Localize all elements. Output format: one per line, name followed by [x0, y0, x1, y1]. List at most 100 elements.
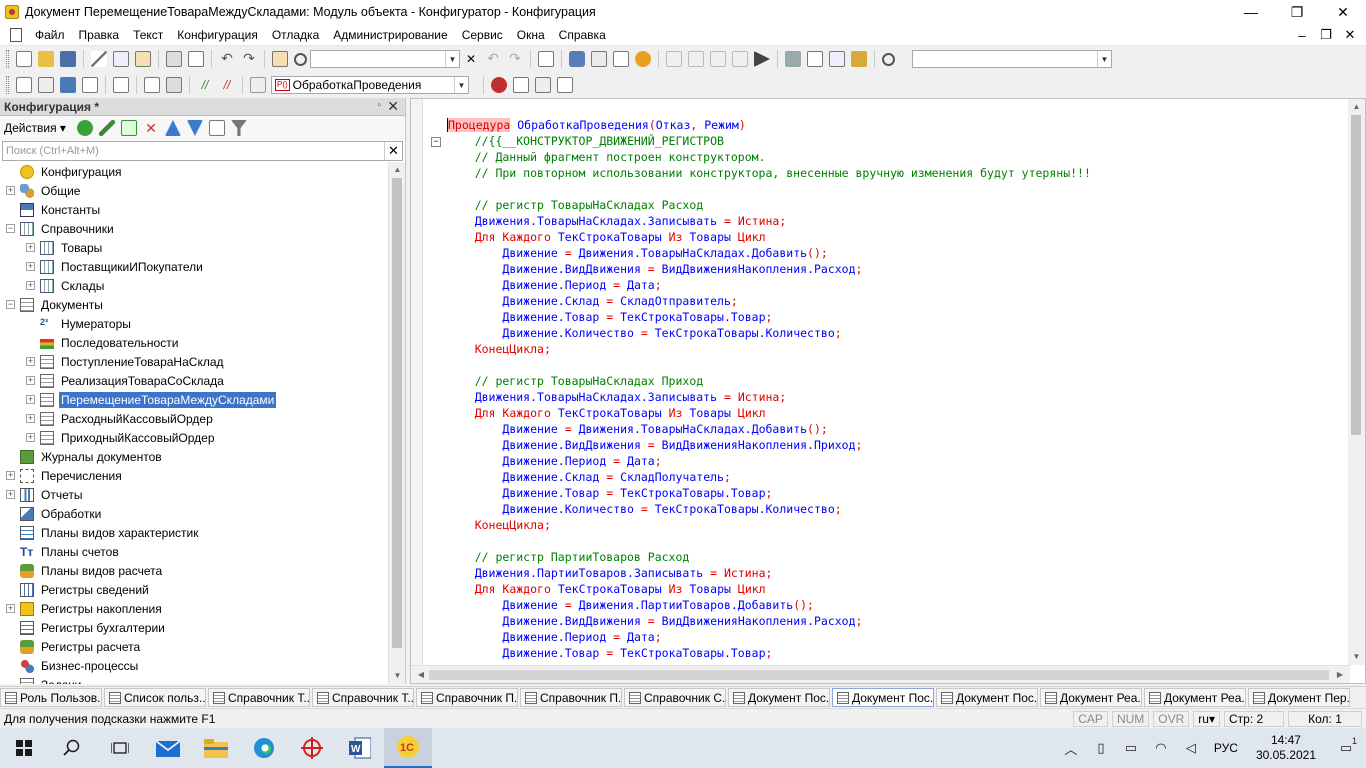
- taskbar-search-button[interactable]: [48, 728, 96, 768]
- scroll-up-icon[interactable]: ▲: [389, 162, 406, 178]
- window-tab[interactable]: Справочник Т...: [312, 688, 414, 707]
- window-tab[interactable]: Справочник П...: [416, 688, 518, 707]
- search-combo[interactable]: ▼: [310, 50, 460, 68]
- tree-item[interactable]: Планы видов характеристик: [6, 523, 200, 542]
- window-tab[interactable]: Документ Реа...: [1144, 688, 1246, 707]
- code-line[interactable]: Движения.ТоварыНаСкладах.Записывать = Ис…: [447, 389, 787, 405]
- bookmark-icon[interactable]: [732, 51, 748, 67]
- tree-item[interactable]: + ПриходныйКассовыйОрдер: [26, 428, 217, 447]
- code-line[interactable]: Движение = Движения.ПартииТоваров.Добави…: [447, 597, 814, 613]
- pin-icon[interactable]: ▫: [377, 100, 381, 111]
- menu-edit[interactable]: Правка: [72, 28, 127, 42]
- collapse-icon[interactable]: −: [6, 224, 15, 233]
- start-button[interactable]: [0, 728, 48, 768]
- tree-item[interactable]: Константы: [6, 200, 102, 219]
- tree-item[interactable]: Планы видов расчета: [6, 561, 164, 580]
- tree-item[interactable]: Журналы документов: [6, 447, 164, 466]
- chevron-down-icon[interactable]: ▼: [1097, 51, 1111, 67]
- watch-icon[interactable]: [535, 77, 551, 93]
- tray-hardware-icon[interactable]: ▯: [1086, 728, 1116, 768]
- window-tab[interactable]: Документ Реа...: [1040, 688, 1142, 707]
- code-line[interactable]: Движение.Количество = ТекСтрокаТовары.Ко…: [447, 501, 841, 517]
- code-line[interactable]: Движение = Движения.ТоварыНаСкладах.Доба…: [447, 245, 827, 261]
- print-icon[interactable]: [166, 51, 182, 67]
- step-icon[interactable]: [513, 77, 529, 93]
- explorer-app-button[interactable]: [192, 728, 240, 768]
- scroll-right-icon[interactable]: ▶: [1332, 666, 1348, 684]
- expand-icon[interactable]: +: [26, 243, 35, 252]
- print-preview-icon[interactable]: [188, 51, 204, 67]
- code-line[interactable]: Движение.Период = Дата;: [447, 453, 661, 469]
- toolbar-grip[interactable]: [6, 76, 9, 94]
- cut-icon[interactable]: [91, 51, 107, 67]
- redo-icon[interactable]: ↷: [241, 51, 257, 67]
- expand-icon[interactable]: +: [26, 433, 35, 442]
- calculator-icon[interactable]: [38, 77, 54, 93]
- tree-item[interactable]: Тт Планы счетов: [6, 542, 121, 561]
- block-start-icon[interactable]: [666, 51, 682, 67]
- menu-service[interactable]: Сервис: [455, 28, 510, 42]
- tray-chevron-up-icon[interactable]: ︿: [1056, 728, 1086, 768]
- tree-scroll-thumb[interactable]: [392, 178, 402, 648]
- copy-icon[interactable]: [113, 51, 129, 67]
- tree-item[interactable]: 2³ Нумераторы: [26, 314, 133, 333]
- edit-icon[interactable]: [98, 120, 115, 136]
- antivirus-app-button[interactable]: [288, 728, 336, 768]
- delete-breakpoint-icon[interactable]: [557, 77, 573, 93]
- fold-marker-icon[interactable]: −: [431, 137, 441, 147]
- code-line[interactable]: Процедура ОбработкаПроведения(Отказ, Реж…: [447, 117, 746, 133]
- edge-app-button[interactable]: [240, 728, 288, 768]
- sort-icon[interactable]: [208, 120, 225, 136]
- minimize-button[interactable]: —: [1228, 0, 1274, 24]
- mail-app-button[interactable]: [144, 728, 192, 768]
- tree-item[interactable]: Обработки: [6, 504, 103, 523]
- panel-close-button[interactable]: ✕: [387, 98, 399, 115]
- tray-volume-icon[interactable]: ◁: [1176, 728, 1206, 768]
- syntax-check-icon[interactable]: [591, 51, 607, 67]
- code-line[interactable]: Движение.Период = Дата;: [447, 629, 661, 645]
- tree-item[interactable]: Конфигурация: [6, 162, 124, 181]
- form-icon[interactable]: [785, 51, 801, 67]
- toolbar-grip[interactable]: [6, 50, 9, 68]
- menu-help[interactable]: Справка: [552, 28, 613, 42]
- move-up-icon[interactable]: [164, 120, 181, 136]
- comment-icon[interactable]: //: [197, 77, 213, 93]
- code-line[interactable]: Движение.ВидДвижения = ВидДвиженияНакопл…: [447, 261, 862, 277]
- scroll-down-icon[interactable]: ▼: [389, 668, 406, 684]
- menu-administration[interactable]: Администрирование: [326, 28, 454, 42]
- block-end-icon[interactable]: [688, 51, 704, 67]
- expand-icon[interactable]: +: [26, 414, 35, 423]
- window-tab[interactable]: Список польз...: [104, 688, 206, 707]
- indent-icon[interactable]: [113, 77, 129, 93]
- expand-icon[interactable]: +: [26, 357, 35, 366]
- code-line[interactable]: // регистр ТоварыНаСкладах Приход: [447, 373, 704, 389]
- keyboard-language[interactable]: РУС: [1206, 741, 1246, 755]
- table-icon[interactable]: [82, 77, 98, 93]
- expand-icon[interactable]: +: [26, 395, 35, 404]
- save-icon[interactable]: [60, 51, 76, 67]
- window-tab[interactable]: Справочник С...: [624, 688, 726, 707]
- menu-text[interactable]: Текст: [126, 28, 170, 42]
- code-line[interactable]: //{{__КОНСТРУКТОР_ДВИЖЕНИЙ_РЕГИСТРОВ: [447, 133, 724, 149]
- code-line[interactable]: Движение.ВидДвижения = ВидДвиженияНакопл…: [447, 437, 862, 453]
- move-down-icon[interactable]: [186, 120, 203, 136]
- scroll-down-icon[interactable]: ▼: [1348, 649, 1365, 665]
- mdi-restore-button[interactable]: ❐: [1314, 27, 1338, 43]
- tree-item[interactable]: + ПеремещениеТовараМеждуСкладами: [26, 390, 277, 409]
- code-line[interactable]: КонецЦикла;: [447, 517, 551, 533]
- find-in-files-icon[interactable]: [272, 51, 288, 67]
- scroll-left-icon[interactable]: ◀: [413, 666, 429, 684]
- window-tab[interactable]: Справочник Т...: [208, 688, 310, 707]
- code-line[interactable]: Для Каждого ТекСтрокаТовары Из Товары Ци…: [447, 405, 766, 421]
- tree-item[interactable]: Последовательности: [26, 333, 180, 352]
- window-tab[interactable]: Документ Пос...: [936, 688, 1038, 707]
- expand-icon[interactable]: +: [26, 376, 35, 385]
- code-line[interactable]: Для Каждого ТекСтрокаТовары Из Товары Ци…: [447, 581, 766, 597]
- code-line[interactable]: // регистр ПартииТоваров Расход: [447, 549, 690, 565]
- find-previous-icon[interactable]: ↶: [485, 51, 501, 67]
- tree-item[interactable]: + Общие: [6, 181, 82, 200]
- editor-hscroll-thumb[interactable]: [429, 670, 1329, 680]
- settings-icon[interactable]: [851, 51, 867, 67]
- uncomment-icon[interactable]: //: [219, 77, 235, 93]
- code-line[interactable]: Движение.Период = Дата;: [447, 277, 661, 293]
